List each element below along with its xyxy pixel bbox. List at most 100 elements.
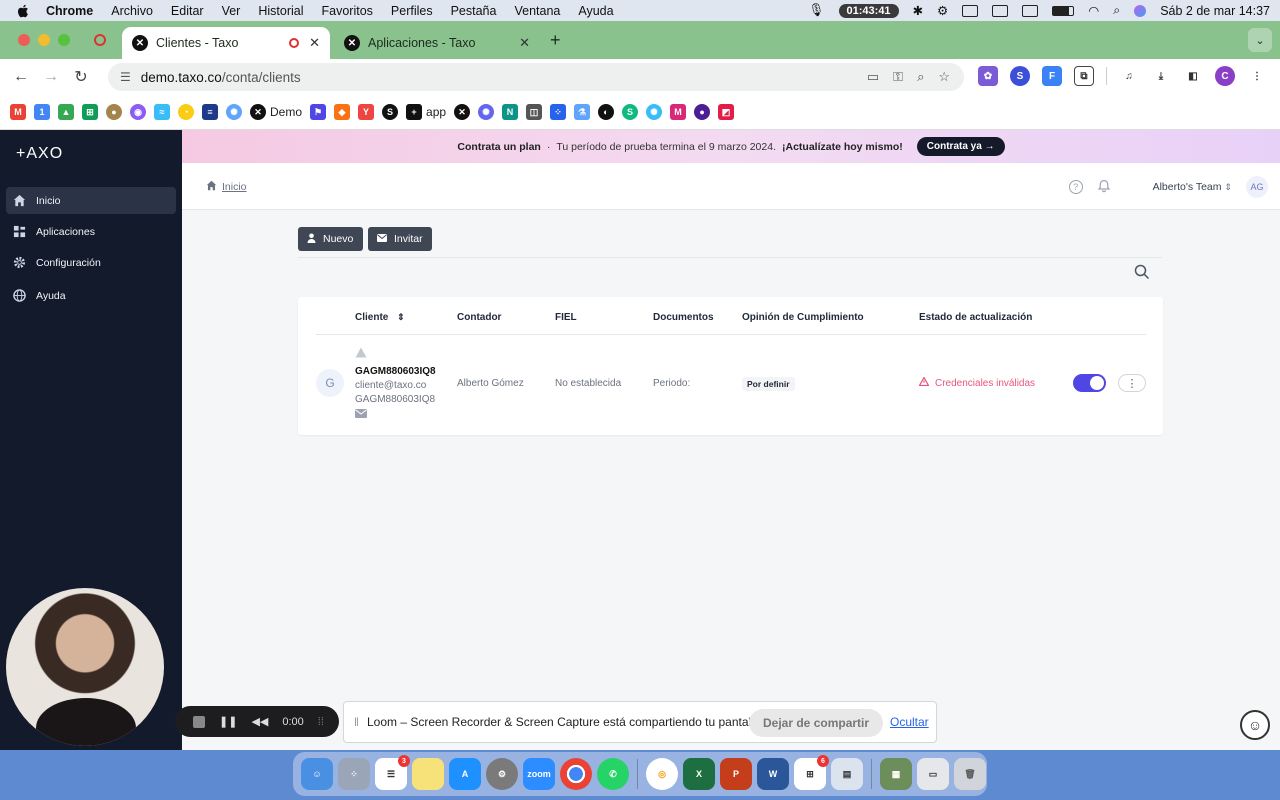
bookmark-chrome-icon[interactable]: ◔: [178, 104, 194, 120]
password-key-icon[interactable]: ⚿: [893, 69, 903, 85]
row-menu-icon[interactable]: ⋮: [1118, 374, 1146, 392]
bookmark-demo[interactable]: ✕ Demo: [250, 104, 302, 120]
bookmark-flask-icon[interactable]: ⚗: [574, 104, 591, 120]
menu-ver[interactable]: Ver: [222, 4, 241, 18]
app-store-icon[interactable]: A: [449, 758, 481, 790]
bookmark-fork-icon[interactable]: Y: [358, 104, 375, 120]
drag-handle-icon[interactable]: ⁞⁞: [318, 716, 324, 728]
office-apps-icon[interactable]: ⊞ 6: [794, 755, 829, 790]
keyboard-icon[interactable]: [992, 4, 1009, 17]
menu-perfiles[interactable]: Perfiles: [391, 4, 433, 18]
site-settings-icon[interactable]: ☰: [120, 70, 131, 84]
bookmark-s-green-icon[interactable]: S: [622, 104, 639, 120]
menubar-datetime[interactable]: Sáb 2 de mar 14:37: [1160, 4, 1270, 18]
bookmark-app-icon[interactable]: ⚑: [310, 104, 327, 120]
forward-arrow-icon[interactable]: →: [36, 68, 66, 86]
user-avatar[interactable]: AG: [1246, 176, 1268, 198]
bookmark-red-icon[interactable]: ◩: [718, 104, 735, 120]
tab-search-chevron-icon[interactable]: ⌄: [1248, 28, 1272, 52]
bookmark-drive-icon[interactable]: ▲: [58, 104, 74, 120]
display-icon[interactable]: [962, 4, 979, 17]
media-control-icon[interactable]: ♫: [1119, 66, 1139, 86]
camera-icon[interactable]: ▭: [867, 69, 879, 85]
notes-icon[interactable]: [412, 758, 444, 790]
bookmark-star-icon[interactable]: ☆: [938, 69, 950, 85]
screen-mirroring-icon[interactable]: [1022, 4, 1039, 17]
trash-icon[interactable]: 🗑: [954, 758, 986, 790]
system-settings-icon[interactable]: ⚙: [486, 758, 518, 790]
bookmark-spark-icon[interactable]: ✺: [478, 104, 495, 120]
pause-icon[interactable]: ❚❚: [219, 715, 237, 728]
sidebar-item-configuracion[interactable]: Configuración: [6, 249, 176, 276]
bookmark-cookie-icon[interactable]: ●: [106, 104, 122, 120]
address-bar[interactable]: ☰ demo.taxo.co/conta/clients ▭ ⚿ ⌕ ☆: [108, 63, 964, 91]
drag-handle-icon[interactable]: ‖: [354, 715, 359, 729]
microphone-icon[interactable]: 🎙: [809, 3, 825, 18]
menu-ayuda[interactable]: Ayuda: [578, 4, 613, 18]
menu-historial[interactable]: Historial: [258, 4, 303, 18]
stop-sharing-button[interactable]: Dejar de compartir: [749, 709, 884, 737]
close-tab-icon[interactable]: ✕: [519, 35, 530, 51]
whatsapp-icon[interactable]: ✆: [597, 758, 629, 790]
side-panel-icon[interactable]: ◧: [1183, 66, 1203, 86]
menu-ventana[interactable]: Ventana: [514, 4, 560, 18]
reminders-icon[interactable]: ☰ 3: [375, 755, 410, 790]
new-client-button[interactable]: Nuevo: [298, 227, 363, 251]
close-tab-icon[interactable]: ✕: [309, 35, 320, 51]
github-icon[interactable]: ◐: [598, 104, 615, 120]
wifi-icon[interactable]: ◠: [1088, 3, 1099, 18]
search-icon[interactable]: [1134, 264, 1150, 280]
bookmark-burst-icon[interactable]: ✺: [646, 104, 663, 120]
apple-menu-icon[interactable]: [16, 4, 30, 18]
menu-archivo[interactable]: Archivo: [111, 4, 153, 18]
chrome-icon[interactable]: [560, 758, 592, 790]
taxo-logo[interactable]: +AXO: [16, 145, 63, 163]
preview-icon[interactable]: ▤: [831, 758, 863, 790]
bookmark-m-icon[interactable]: M: [670, 104, 687, 120]
browser-menu-icon[interactable]: ⋮: [1247, 66, 1267, 86]
documents-stack-icon[interactable]: ▭: [917, 758, 949, 790]
home-icon[interactable]: [206, 180, 217, 194]
sidebar-item-ayuda[interactable]: Ayuda: [6, 282, 176, 309]
bookmark-circle-icon[interactable]: ◉: [130, 104, 146, 120]
team-selector[interactable]: Alberto's Team ⇕: [1153, 181, 1232, 193]
extension-f-icon[interactable]: F: [1042, 66, 1062, 86]
siri-icon[interactable]: [1134, 4, 1147, 17]
menu-app-name[interactable]: Chrome: [46, 4, 93, 18]
launchpad-icon[interactable]: ⁘: [338, 758, 370, 790]
bookmark-grid-icon[interactable]: ⁘: [550, 104, 567, 120]
help-icon[interactable]: ?: [1068, 180, 1083, 194]
upgrade-button[interactable]: Contrata ya →: [916, 137, 1005, 156]
battery-icon[interactable]: [1052, 5, 1075, 16]
menu-editar[interactable]: Editar: [171, 4, 204, 18]
bookmark-tag-icon[interactable]: ◆: [334, 104, 351, 120]
bookmark-x-icon[interactable]: ✕: [454, 104, 471, 120]
loom-webcam-bubble[interactable]: [6, 588, 164, 746]
bookmark-n-icon[interactable]: N: [502, 104, 519, 120]
bookmark-app[interactable]: + app: [406, 104, 446, 120]
bookmark-lines-icon[interactable]: ≡: [202, 104, 218, 120]
menu-favoritos[interactable]: Favoritos: [322, 4, 373, 18]
rewind-icon[interactable]: ◀◀: [251, 715, 268, 728]
sidebar-item-aplicaciones[interactable]: Aplicaciones: [6, 218, 176, 245]
header-cliente[interactable]: Cliente ⇕: [355, 312, 405, 323]
powerpoint-icon[interactable]: P: [720, 758, 752, 790]
profile-avatar-icon[interactable]: C: [1215, 66, 1235, 86]
recording-timer[interactable]: 01:43:41: [838, 3, 899, 18]
zoom-icon[interactable]: ⌕: [917, 69, 924, 85]
back-arrow-icon[interactable]: ←: [6, 68, 36, 86]
extension-s-icon[interactable]: S: [1010, 66, 1030, 86]
bookmark-gmail-icon[interactable]: M: [10, 104, 26, 120]
invite-button[interactable]: Invitar: [368, 227, 432, 251]
maximize-window-button[interactable]: [58, 34, 70, 46]
download-icon[interactable]: ⤓: [1151, 66, 1171, 86]
envelope-icon[interactable]: [355, 409, 367, 421]
support-chat-icon[interactable]: ☺: [1240, 710, 1270, 740]
bookmark-gear-icon[interactable]: ✺: [226, 104, 242, 120]
tab-aplicaciones[interactable]: ✕ Aplicaciones - Taxo ✕: [334, 27, 540, 59]
hide-link[interactable]: Ocultar: [890, 715, 929, 729]
bookmark-s-icon[interactable]: S: [382, 104, 399, 120]
new-tab-button[interactable]: +: [550, 30, 561, 51]
word-icon[interactable]: W: [757, 758, 789, 790]
close-window-button[interactable]: [18, 34, 30, 46]
